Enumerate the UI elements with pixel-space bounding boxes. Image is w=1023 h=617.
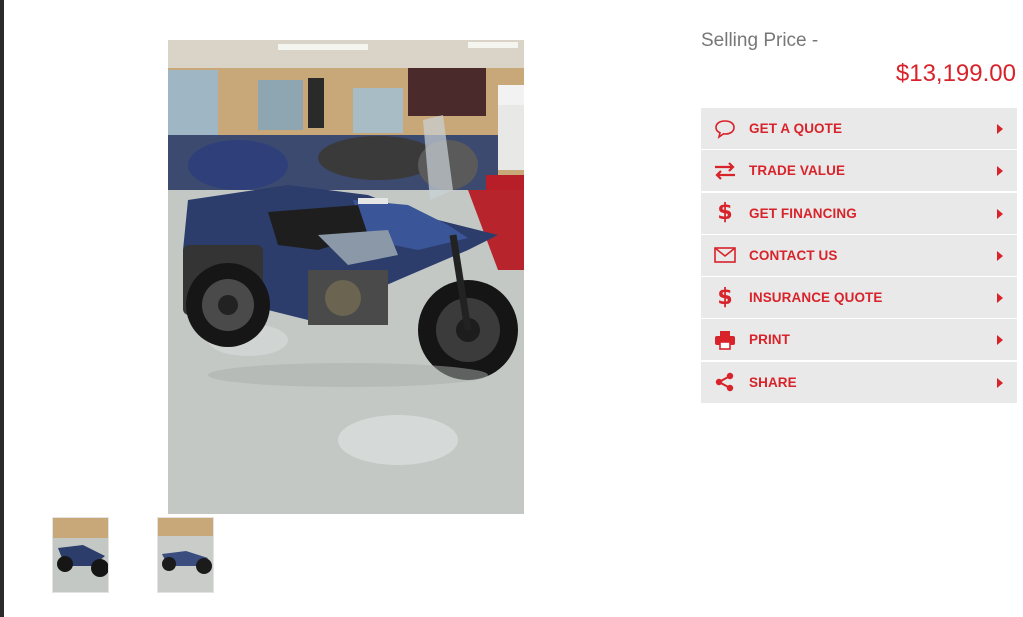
- thumbnail-image: [158, 518, 213, 592]
- caret-right-icon: [997, 377, 1003, 388]
- action-list: GET A QUOTE TRADE VALUE $ GET FINANCING …: [701, 108, 1017, 404]
- swap-arrows-icon: [701, 162, 749, 180]
- selling-price-value: $13,199.00: [895, 60, 1016, 87]
- get-financing-button[interactable]: $ GET FINANCING: [701, 192, 1017, 234]
- left-border: [0, 0, 4, 617]
- caret-right-icon: [997, 293, 1003, 304]
- share-button[interactable]: SHARE: [701, 361, 1017, 403]
- thumbnail-2[interactable]: [157, 517, 214, 593]
- dollar-icon: $: [717, 200, 733, 226]
- printer-icon: [701, 330, 749, 350]
- caret-right-icon: [997, 166, 1003, 177]
- trade-value-button[interactable]: TRADE VALUE: [701, 150, 1017, 192]
- thumbnail-1[interactable]: [52, 517, 109, 593]
- envelope-icon: [701, 247, 749, 264]
- selling-price-label: Selling Price -: [701, 30, 819, 51]
- contact-us-button[interactable]: CONTACT US: [701, 234, 1017, 276]
- get-quote-button[interactable]: GET A QUOTE: [701, 108, 1017, 149]
- motorcycle-image: [168, 40, 524, 514]
- print-button[interactable]: PRINT: [701, 319, 1017, 361]
- insurance-quote-button[interactable]: $ INSURANCE QUOTE: [701, 277, 1017, 319]
- thumbnail-image: [53, 518, 108, 592]
- dollar-icon: $: [717, 284, 733, 310]
- caret-right-icon: [997, 335, 1003, 346]
- share-icon: [701, 372, 749, 392]
- contact-us-label: CONTACT US: [749, 247, 838, 263]
- share-label: SHARE: [749, 374, 797, 390]
- main-product-photo[interactable]: [168, 40, 524, 514]
- insurance-quote-label: INSURANCE QUOTE: [749, 290, 883, 306]
- chat-bubble-icon: [701, 119, 749, 139]
- caret-right-icon: [997, 124, 1003, 134]
- get-quote-label: GET A QUOTE: [749, 121, 843, 136]
- trade-value-label: TRADE VALUE: [749, 163, 846, 179]
- get-financing-label: GET FINANCING: [749, 205, 857, 221]
- print-label: PRINT: [749, 332, 790, 348]
- caret-right-icon: [997, 250, 1003, 261]
- caret-right-icon: [997, 208, 1003, 219]
